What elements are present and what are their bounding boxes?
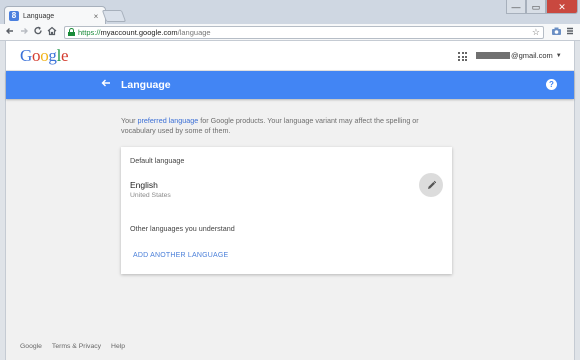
url-host: myaccount.google.com [100,27,178,37]
page-content: Google @gmail.com ▼ Language ? Your pref… [5,41,575,360]
page-title: Language [121,79,171,91]
arrow-right-icon [21,28,28,34]
add-another-language-button[interactable]: ADD ANOTHER LANGUAGE [133,252,228,259]
account-email-suffix: @gmail.com [511,51,553,60]
home-button[interactable] [46,26,58,38]
footer-link-google[interactable]: Google [20,343,42,350]
app-bar: Language ? [6,71,574,99]
close-window-button[interactable]: ✕ [546,0,578,14]
star-icon[interactable]: ☆ [532,27,540,38]
account-switcher[interactable]: @gmail.com ▼ [476,51,562,60]
footer-link-terms-privacy[interactable]: Terms & Privacy [52,343,101,350]
preferred-language-link[interactable]: preferred language [138,116,199,125]
help-icon[interactable]: ? [546,79,557,90]
back-button[interactable] [4,26,16,38]
tab-strip: 8 Language × — ▭ ✕ [0,0,580,25]
tab-title: Language [23,12,55,20]
footer-link-help[interactable]: Help [111,343,125,350]
minimize-button[interactable]: — [506,0,526,14]
reload-icon [34,26,42,35]
footer: Google Terms & Privacy Help [20,343,135,350]
browser-toolbar: https:// myaccount.google.com /language … [0,24,580,41]
apps-grid-icon[interactable] [458,52,467,61]
intro-prefix: Your [121,116,138,125]
lock-icon [68,27,75,36]
home-icon [47,26,57,36]
back-arrow-icon[interactable] [100,77,112,92]
redacted-email [476,52,510,59]
browser-window: 8 Language × — ▭ ✕ https:// myaccount.go… [0,0,580,360]
edit-language-button[interactable] [419,173,443,197]
google-header: Google @gmail.com ▼ [6,41,574,71]
other-languages-heading: Other languages you understand [130,224,235,233]
forward-button[interactable] [18,26,30,38]
url-path: /language [177,27,211,37]
camera-icon[interactable] [550,26,562,38]
url-scheme: https:// [78,27,101,37]
hamburger-menu-icon[interactable] [564,26,576,38]
language-card: Default language English United States O… [121,147,452,274]
new-tab-button[interactable] [101,10,127,22]
address-bar[interactable]: https:// myaccount.google.com /language … [64,25,544,39]
google-favicon-icon: 8 [9,11,19,21]
tab-language[interactable]: 8 Language × [4,6,106,25]
google-logo[interactable]: Google [20,46,69,66]
window-controls: — ▭ ✕ [506,0,578,14]
reload-button[interactable] [32,26,44,38]
arrow-left-icon [6,28,13,34]
default-language-variant: United States [130,192,171,199]
intro-text: Your preferred language for Google produ… [121,116,441,136]
tab-close-icon[interactable]: × [91,12,101,21]
chevron-down-icon: ▼ [555,52,562,59]
pencil-icon [428,180,436,189]
maximize-button[interactable]: ▭ [526,0,546,14]
default-language-heading: Default language [130,156,185,165]
default-language-name: English [130,180,158,190]
